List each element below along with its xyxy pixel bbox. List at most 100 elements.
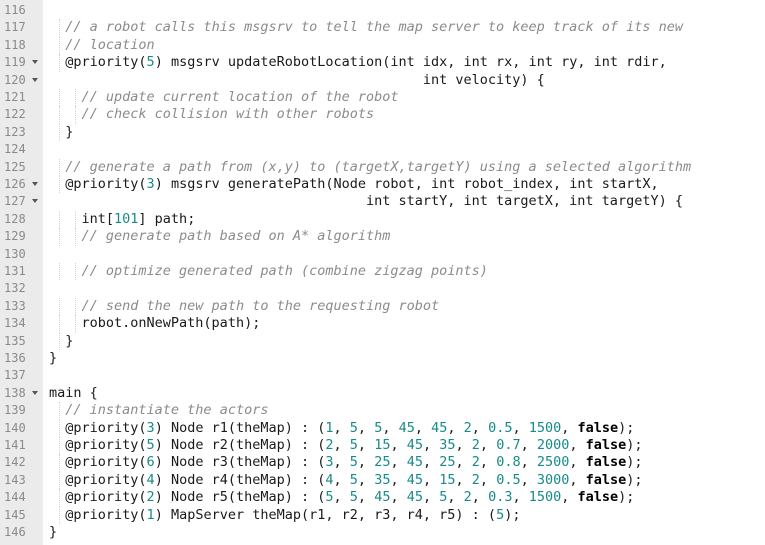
code-token-plain: @priority(: [65, 489, 147, 506]
code-line[interactable]: 141 @priority(5) Node r2(theMap) : (2, 5…: [0, 437, 765, 455]
code-text: // optimize generated path (combine zigz…: [49, 263, 488, 280]
code-token-number: 2: [471, 471, 480, 488]
code-token-plain: );: [626, 471, 643, 488]
code-line[interactable]: 134 robot.onNewPath(path);: [0, 315, 765, 333]
code-line[interactable]: 125 // generate a path from (x,y) to (ta…: [0, 158, 765, 176]
code-line[interactable]: 143 @priority(4) Node r4(theMap) : (4, 5…: [0, 471, 765, 490]
line-number: 121: [4, 90, 26, 104]
code-line[interactable]: 144 @priority(2) Node r5(theMap) : (5, 5…: [0, 489, 765, 507]
code-line[interactable]: 133 // send the new path to the requesti…: [0, 297, 765, 316]
code-text: // generate a path from (x,y) to (target…: [49, 159, 691, 176]
chevron-down-icon[interactable]: [32, 199, 38, 204]
code-token-plain: ] path;: [138, 210, 196, 227]
chevron-down-icon[interactable]: [32, 390, 38, 395]
code-line[interactable]: 124: [0, 141, 765, 158]
code-line[interactable]: 117 // a robot calls this msgsrv to tell…: [0, 19, 765, 37]
code-token-plain: ) Node r3(theMap) : (: [154, 454, 326, 471]
code-line[interactable]: 122 // check collision with other robots: [0, 106, 765, 124]
line-number: 136: [4, 351, 26, 365]
code-token-plain: ,: [357, 489, 375, 506]
line-number: 128: [4, 211, 26, 226]
code-line[interactable]: 123 }: [0, 123, 765, 142]
code-token-number: 25: [439, 454, 456, 471]
code-token-number: 45: [398, 419, 415, 436]
line-number: 124: [4, 142, 26, 157]
code-token-number: 2: [471, 454, 480, 471]
code-token-plain: ,: [512, 489, 529, 506]
code-token-comment: // location: [65, 36, 155, 53]
line-number: 126: [4, 177, 26, 191]
code-token-plain: ,: [333, 454, 350, 471]
code-line[interactable]: 128 int[101] path;: [0, 210, 765, 229]
code-token-plain: ,: [382, 419, 399, 436]
line-number: 116: [4, 3, 26, 17]
code-token-plain: @priority(: [65, 454, 147, 471]
code-token-plain: ,: [479, 454, 497, 471]
code-token-plain: ,: [447, 419, 464, 436]
code-line[interactable]: 126 @priority(3) msgsrv generatePath(Nod…: [0, 176, 765, 194]
code-token-plain: ,: [561, 489, 578, 506]
code-line[interactable]: 121 // update current location of the ro…: [0, 89, 765, 107]
code-token-number: 45: [406, 471, 423, 488]
code-token-number: 2: [146, 489, 155, 506]
code-token-number: 0.8: [496, 454, 521, 471]
code-line[interactable]: 120 int velocity) {: [0, 72, 765, 89]
line-number: 130: [4, 246, 26, 261]
code-token-plain: ) msgsrv updateRobotLocation(int idx, in…: [154, 54, 667, 71]
code-token-plain: ,: [471, 419, 489, 436]
code-token-plain: }: [65, 123, 74, 140]
code-token-number: 2: [463, 419, 472, 436]
code-line[interactable]: 137: [0, 367, 765, 384]
code-line[interactable]: 130: [0, 246, 765, 263]
code-text: int[101] path;: [49, 210, 196, 228]
code-token-plain: @priority(: [65, 176, 147, 192]
code-token-plain: int[: [81, 210, 115, 227]
line-number: 138: [4, 385, 26, 400]
code-token-number: 1: [146, 506, 155, 523]
code-text: @priority(4) Node r4(theMap) : (4, 5, 35…: [49, 471, 643, 489]
code-text: @priority(6) Node r3(theMap) : (3, 5, 25…: [49, 454, 643, 471]
code-token-plain: );: [626, 454, 643, 471]
code-line[interactable]: 132: [0, 280, 765, 297]
code-token-plain: ,: [390, 489, 407, 506]
code-token-keyword: false: [585, 454, 627, 471]
line-number: 119: [4, 55, 26, 70]
line-number: 123: [4, 124, 26, 139]
code-token-number: 5: [349, 437, 358, 453]
chevron-down-icon[interactable]: [32, 77, 38, 82]
code-text: }: [49, 350, 57, 367]
code-token-plain: ,: [512, 419, 529, 436]
line-number: 143: [4, 472, 26, 487]
code-token-number: 45: [431, 419, 448, 436]
line-number: 125: [4, 159, 26, 174]
code-line[interactable]: 142 @priority(6) Node r3(theMap) : (3, 5…: [0, 454, 765, 472]
code-line[interactable]: 129 // generate path based on A* algorit…: [0, 228, 765, 246]
code-token-plain: ,: [422, 437, 440, 453]
line-number: 139: [4, 403, 26, 418]
code-line[interactable]: 127 int startY, int targetX, int targetY…: [0, 193, 765, 210]
chevron-down-icon[interactable]: [32, 182, 38, 186]
code-token-plain: ,: [520, 454, 537, 471]
code-line[interactable]: 140 @priority(3) Node r1(theMap) : (1, 5…: [0, 419, 765, 437]
code-line[interactable]: 118 // location: [0, 36, 765, 55]
code-line[interactable]: 116: [0, 2, 765, 19]
line-number: 140: [4, 420, 26, 435]
code-token-plain: }: [65, 332, 74, 349]
code-token-number: 2500: [536, 454, 570, 471]
code-token-plain: ,: [333, 437, 350, 453]
code-line[interactable]: 146}: [0, 524, 765, 541]
code-line[interactable]: 135 }: [0, 332, 765, 350]
code-token-plain: main {: [49, 384, 98, 401]
code-token-number: 1500: [528, 489, 562, 506]
code-line[interactable]: 138 main {: [0, 385, 765, 402]
line-number: 137: [4, 368, 26, 383]
code-line[interactable]: 131 // optimize generated path (combine …: [0, 263, 765, 281]
code-line[interactable]: 136}: [0, 350, 765, 367]
code-token-plain: );: [504, 506, 521, 523]
chevron-down-icon[interactable]: [32, 60, 38, 65]
code-line[interactable]: 145 @priority(1) MapServer theMap(r1, r2…: [0, 506, 765, 524]
code-line[interactable]: 139 // instantiate the actors: [0, 402, 765, 420]
code-token-number: 0.5: [488, 419, 513, 436]
code-editor[interactable]: 116 117 // a robot calls this msgsrv to t…: [0, 0, 765, 545]
code-line[interactable]: 119 @priority(5) msgsrv updateRobotLocat…: [0, 54, 765, 72]
